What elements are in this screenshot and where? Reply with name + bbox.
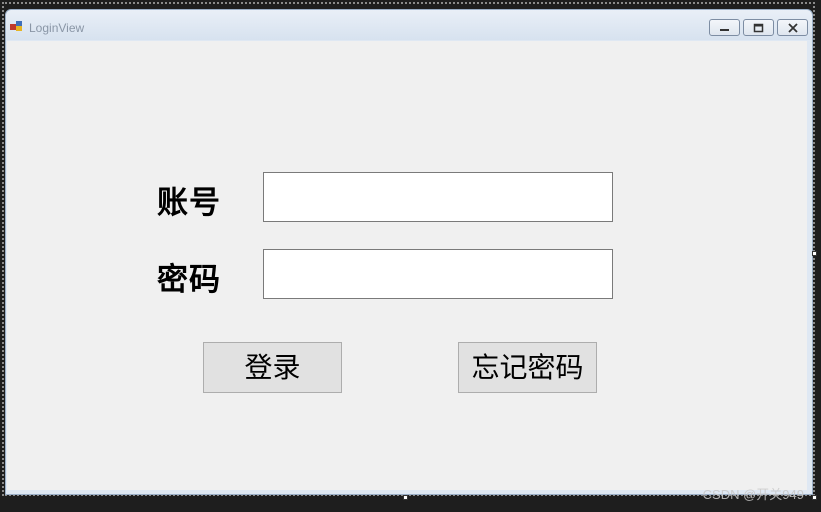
app-icon — [10, 21, 22, 31]
title-bar[interactable]: LoginView — [6, 10, 812, 40]
maximize-icon — [753, 23, 764, 33]
window-title: LoginView — [29, 21, 85, 35]
maximize-button[interactable] — [743, 19, 774, 36]
resize-handle-right[interactable] — [812, 251, 817, 256]
password-label: 密码 — [157, 262, 221, 298]
account-label: 账号 — [157, 185, 221, 221]
minimize-icon — [720, 29, 729, 31]
login-button[interactable]: 登录 — [203, 342, 342, 393]
login-window: LoginView 账号 密码 登录 忘记密码 — [5, 9, 813, 495]
form-client-area: 账号 密码 登录 忘记密码 — [7, 41, 807, 490]
watermark: CSDN @开关949 — [702, 487, 804, 502]
close-icon — [788, 23, 798, 33]
resize-handle-corner[interactable] — [812, 495, 817, 500]
minimize-button[interactable] — [709, 19, 740, 36]
account-input[interactable] — [263, 172, 613, 222]
resize-handle-bottom[interactable] — [403, 495, 408, 500]
password-input[interactable] — [263, 249, 613, 299]
close-button[interactable] — [777, 19, 808, 36]
forgot-password-button[interactable]: 忘记密码 — [458, 342, 597, 393]
